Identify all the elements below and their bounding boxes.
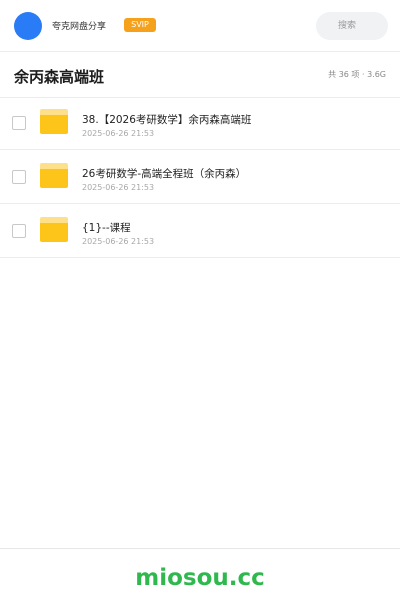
footer: miosou.cc	[0, 548, 400, 600]
select-checkbox[interactable]	[12, 116, 26, 130]
share-header: 夸克网盘分享 SVIP 搜索	[0, 0, 400, 52]
item-date: 2025-06-26 21:53	[82, 183, 155, 192]
svip-badge: SVIP	[124, 18, 156, 32]
item-date: 2025-06-26 21:53	[82, 237, 155, 246]
folder-title-bar: 余丙森高端班 共 36 项 · 3.6G	[0, 52, 400, 98]
folder-icon	[40, 163, 68, 188]
item-date: 2025-06-26 21:53	[82, 129, 155, 138]
site-logo[interactable]: miosou.cc	[0, 565, 400, 591]
search-input[interactable]: 搜索	[316, 12, 388, 40]
folder-summary: 共 36 项 · 3.6G	[328, 70, 386, 79]
item-name[interactable]: {1}--课程	[82, 220, 131, 235]
list-item[interactable]: {1}--课程 2025-06-26 21:53	[0, 204, 400, 258]
share-name: 夸克网盘分享	[52, 22, 107, 32]
select-checkbox[interactable]	[12, 224, 26, 238]
folder-icon	[40, 217, 68, 242]
select-checkbox[interactable]	[12, 170, 26, 184]
file-list: 38.【2026考研数学】余丙森高端班 2025-06-26 21:53 26考…	[0, 96, 400, 258]
item-name[interactable]: 38.【2026考研数学】余丙森高端班	[82, 112, 251, 127]
list-item[interactable]: 26考研数学-高端全程班（余丙森） 2025-06-26 21:53	[0, 150, 400, 204]
list-item[interactable]: 38.【2026考研数学】余丙森高端班 2025-06-26 21:53	[0, 96, 400, 150]
item-name[interactable]: 26考研数学-高端全程班（余丙森）	[82, 166, 246, 181]
page-title: 余丙森高端班	[14, 68, 105, 86]
folder-icon	[40, 109, 68, 134]
avatar[interactable]	[14, 12, 42, 40]
